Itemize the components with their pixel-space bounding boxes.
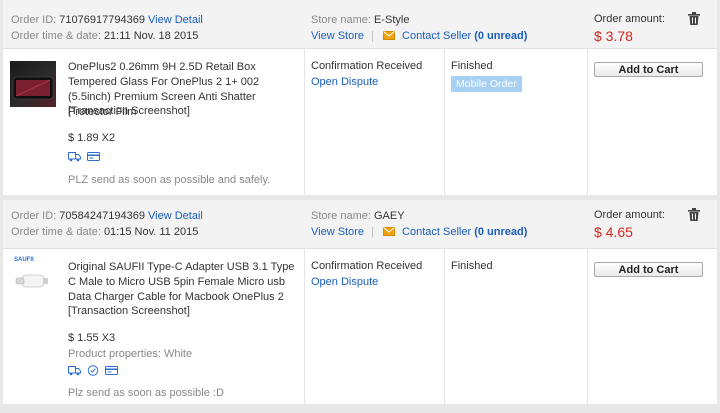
finished-status: Finished [451,60,493,72]
open-dispute-link[interactable]: Open Dispute [311,276,422,288]
status-column: Confirmation Received Open Dispute [311,60,422,88]
add-to-cart-button[interactable]: Add to Cart [594,62,703,77]
product-thumbnail[interactable]: SAUFII [10,257,56,303]
store-name-row: Store name: E-Style [311,14,409,26]
order-id-value: 71076917794369 [59,14,145,26]
order-time-label: Order time & date: [11,226,101,238]
order-time-row: Order time & date: 21:11 Nov. 18 2015 [11,30,198,42]
add-to-cart-button[interactable]: Add to Cart [594,262,703,277]
order-id-row: Order ID: 70584247194369 View Detail [11,210,203,222]
divider [444,249,445,404]
store-name-label: Store name: [311,14,371,26]
mobile-order-badge: Mobile Order [451,76,522,92]
divider [587,49,588,195]
order-time-value: 01:15 Nov. 11 2015 [103,226,199,238]
order-time-value: 21:11 Nov. 18 2015 [103,30,199,42]
order-id-value: 70584247194369 [59,210,145,222]
store-name-row: Store name: GAEY [311,210,405,222]
refresh-circle-icon [87,365,99,376]
order-body: SAUFII Original SAUFII Type-C Adapter US… [3,249,717,404]
thumbnail-brand: SAUFII [14,257,34,263]
separator: | [371,226,374,238]
order-amount-value: $ 3.78 [594,28,633,44]
unread-count[interactable]: (0 unread) [474,226,527,238]
order-card: Order ID: 71076917794369 View Detail Ord… [3,0,717,195]
price-quantity: $ 1.55 X3 [68,332,116,344]
open-dispute-link[interactable]: Open Dispute [311,76,422,88]
price-quantity: $ 1.89 X2 [68,132,116,144]
store-name-value: GAEY [373,210,405,222]
unread-count[interactable]: (0 unread) [474,30,527,42]
order-icons [68,365,118,376]
view-store-link[interactable]: View Store [311,30,364,42]
finish-column: Finished Mobile Order [451,60,522,92]
separator: | [371,30,374,42]
view-store-link[interactable]: View Store [311,226,364,238]
buyer-note: PLZ send as soon as possible and safely. [68,174,271,186]
order-header: Order ID: 70584247194369 View Detail Ord… [3,200,717,249]
transaction-screenshot-link[interactable]: [Transaction Screenshot] [68,105,190,117]
order-amount-label: Order amount: [594,209,665,221]
store-actions-row: View Store | Contact Seller (0 unread) [311,30,527,42]
order-icons [68,151,100,162]
order-amount-label: Order amount: [594,13,665,25]
transaction-screenshot-link[interactable]: [Transaction Screenshot] [68,305,190,317]
envelope-icon[interactable] [382,31,395,40]
order-id-label: Order ID: [11,14,57,26]
finished-status: Finished [451,260,493,272]
card-icon [105,366,118,375]
divider [444,49,445,195]
order-time-label: Order time & date: [11,30,101,42]
order-body: OnePlus2 0.26mm 9H 2.5D Retail Box Tempe… [3,49,717,195]
store-name-label: Store name: [311,210,371,222]
product-title[interactable]: Original SAUFII Type-C Adapter USB 3.1 T… [68,260,303,305]
status-column: Confirmation Received Open Dispute [311,260,422,288]
contact-seller-link[interactable]: Contact Seller [402,226,471,238]
order-id-row: Order ID: 71076917794369 View Detail [11,14,203,26]
shipping-truck-icon [68,366,81,376]
order-card: Order ID: 70584247194369 View Detail Ord… [3,200,717,404]
store-actions-row: View Store | Contact Seller (0 unread) [311,226,527,238]
finish-column: Finished [451,260,493,272]
view-detail-link[interactable]: View Detail [148,14,203,26]
product-properties: Product properties: White [68,348,193,360]
contact-seller-link[interactable]: Contact Seller [402,30,471,42]
phone-image-icon [12,76,54,100]
usb-adapter-icon [15,274,48,288]
divider [587,249,588,404]
order-header: Order ID: 71076917794369 View Detail Ord… [3,0,717,49]
status-text: Confirmation Received [311,260,423,272]
trash-icon[interactable] [688,208,700,221]
store-name-value: E-Style [373,14,410,26]
view-detail-link[interactable]: View Detail [148,210,203,222]
envelope-icon[interactable] [382,227,395,236]
product-thumbnail[interactable] [10,61,56,107]
divider [304,249,305,404]
status-text: Confirmation Received [311,60,423,72]
order-id-label: Order ID: [11,210,57,222]
order-amount-value: $ 4.65 [594,224,633,240]
buyer-note: Plz send as soon as possible :D [68,387,224,399]
order-time-row: Order time & date: 01:15 Nov. 11 2015 [11,226,198,238]
divider [304,49,305,195]
shipping-truck-icon [68,152,81,162]
card-icon [87,152,100,161]
trash-icon[interactable] [688,12,700,25]
